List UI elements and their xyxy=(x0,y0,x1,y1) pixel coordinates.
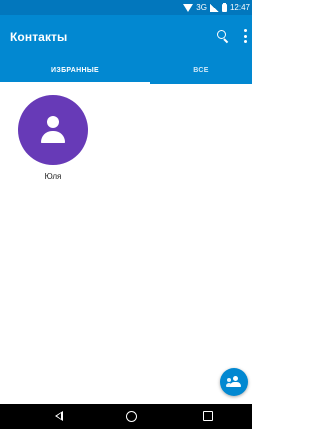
recents-icon[interactable] xyxy=(203,411,213,421)
home-icon[interactable] xyxy=(126,411,137,422)
tab-indicator xyxy=(0,82,150,84)
battery-icon xyxy=(221,2,227,12)
status-time: 12:47 xyxy=(229,3,250,12)
wifi-icon xyxy=(183,3,194,12)
avatar[interactable] xyxy=(18,95,88,165)
network-type: 3G xyxy=(196,3,207,12)
search-icon[interactable] xyxy=(216,29,230,44)
tab-favorites-label: ИЗБРАННЫЕ xyxy=(51,67,99,74)
tab-all[interactable]: ВСЕ xyxy=(150,57,252,84)
tab-bar: ИЗБРАННЫЕ ВСЕ xyxy=(0,57,252,84)
favorite-contact[interactable]: Юля xyxy=(18,95,88,181)
add-contact-button[interactable] xyxy=(220,368,248,396)
tab-all-label: ВСЕ xyxy=(193,67,209,74)
signal-icon xyxy=(209,3,219,12)
app-bar: Контакты ИЗБРАННЫЕ ВСЕ xyxy=(0,15,252,84)
more-icon[interactable] xyxy=(241,29,249,43)
navigation-bar xyxy=(0,404,252,429)
status-bar: 3G 12:47 xyxy=(0,0,252,15)
tab-favorites[interactable]: ИЗБРАННЫЕ xyxy=(0,57,150,84)
contact-name: Юля xyxy=(44,172,62,181)
add-person-icon xyxy=(226,376,242,388)
page-title: Контакты xyxy=(10,30,68,44)
back-icon[interactable] xyxy=(55,411,63,421)
status-icons: 3G 12:47 xyxy=(183,0,250,15)
